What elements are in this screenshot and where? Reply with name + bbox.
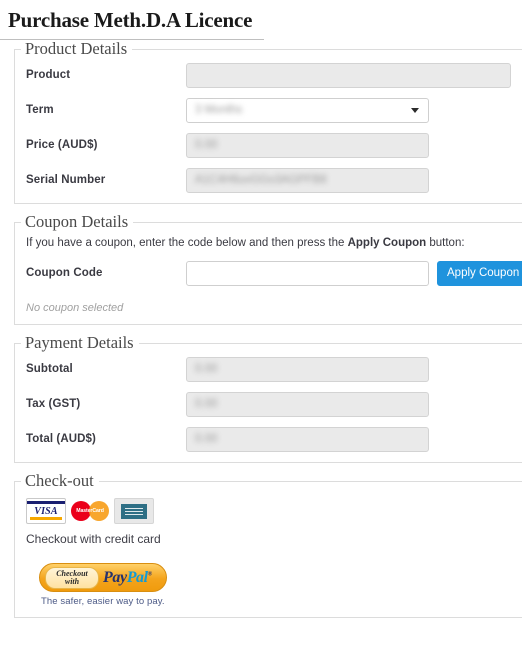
visa-card-label: VISA xyxy=(34,505,58,517)
total-row: Total (AUD$) 0.00 xyxy=(15,426,522,452)
price-value: 0.00 xyxy=(195,138,218,151)
price-row: Price (AUD$) 0.00 xyxy=(15,132,522,158)
mastercard-card-label: MasterCard xyxy=(76,508,104,514)
paypal-checkout-with-badge: Checkout with xyxy=(45,566,99,589)
paypal-wordmark: PayPal® xyxy=(103,569,152,587)
tax-input[interactable]: 0.00 xyxy=(186,391,429,417)
serial-number-input[interactable]: A1C4H6uvGGo3AGPFB8 xyxy=(186,167,429,193)
chevron-down-icon xyxy=(411,108,419,113)
product-details-fieldset: Product Details Product Term 3 Months Pr… xyxy=(14,40,522,204)
tax-label: Tax (GST) xyxy=(26,398,81,410)
paypal-checkout-button[interactable]: Checkout with PayPal® xyxy=(39,563,167,592)
total-value: 0.00 xyxy=(195,432,218,445)
serial-number-row: Serial Number A1C4H6uvGGo3AGPFB8 xyxy=(15,167,522,193)
coupon-status-text: No coupon selected xyxy=(26,302,124,314)
coupon-details-fieldset: Coupon Details If you have a coupon, ent… xyxy=(14,213,522,325)
total-label: Total (AUD$) xyxy=(26,433,96,445)
payment-details-legend: Payment Details xyxy=(25,333,134,352)
coupon-help-emphasis: Apply Coupon xyxy=(347,237,427,249)
coupon-help-suffix: button: xyxy=(426,237,465,249)
amex-plate xyxy=(121,503,147,519)
product-details-body: Product Term 3 Months Price (AUD$) 0.00 xyxy=(15,58,522,193)
paypal-with-word: with xyxy=(64,576,80,586)
subtotal-value: 0.00 xyxy=(195,362,218,375)
subtotal-row: Subtotal 0.00 xyxy=(15,356,522,382)
checkout-fieldset: Check-out VISA MasterCard Checkout with … xyxy=(14,472,522,618)
term-row: Term 3 Months xyxy=(15,97,522,123)
credit-card-checkout-note: Checkout with credit card xyxy=(26,532,161,546)
visa-bottom-bar xyxy=(30,517,62,520)
checkout-legend: Check-out xyxy=(25,471,94,490)
coupon-details-body: If you have a coupon, enter the code bel… xyxy=(15,231,522,314)
term-label: Term xyxy=(26,104,54,116)
coupon-help-text: If you have a coupon, enter the code bel… xyxy=(15,235,522,260)
product-input[interactable] xyxy=(186,62,511,88)
visa-top-bar xyxy=(27,501,65,504)
checkout-body: VISA MasterCard Checkout with credit car… xyxy=(15,490,522,607)
tax-value: 0.00 xyxy=(195,397,218,410)
payment-details-fieldset: Payment Details Subtotal 0.00 Tax (GST) … xyxy=(14,334,522,463)
product-details-legend: Product Details xyxy=(25,39,128,58)
coupon-code-label: Coupon Code xyxy=(26,267,103,279)
amex-card-icon xyxy=(114,498,154,524)
coupon-details-legend: Coupon Details xyxy=(25,212,129,231)
mastercard-card-icon: MasterCard xyxy=(71,499,109,523)
term-value: 3 Months xyxy=(195,104,243,116)
product-row: Product xyxy=(15,62,522,88)
purchase-licence-page: Purchase Meth.D.A Licence Product Detail… xyxy=(0,0,522,653)
payment-details-body: Subtotal 0.00 Tax (GST) 0.00 Total (AUD$… xyxy=(15,352,522,452)
paypal-trademark-icon: ® xyxy=(147,571,153,578)
paypal-pay-text: Pay xyxy=(103,568,127,586)
paypal-pal-text: Pal xyxy=(126,568,148,586)
amex-lines xyxy=(125,510,143,512)
product-label: Product xyxy=(26,69,71,81)
visa-card-icon: VISA xyxy=(26,498,66,524)
serial-number-label: Serial Number xyxy=(26,174,106,186)
coupon-help-prefix: If you have a coupon, enter the code bel… xyxy=(26,237,348,249)
paypal-tagline: The safer, easier way to pay. xyxy=(41,596,165,607)
serial-number-value: A1C4H6uvGGo3AGPFB8 xyxy=(195,173,327,186)
page-title: Purchase Meth.D.A Licence xyxy=(0,0,264,40)
paypal-section: Checkout with PayPal® The safer, easier … xyxy=(15,547,522,607)
coupon-code-row: Coupon Code Apply Coupon xyxy=(15,260,522,286)
accepted-cards-row: VISA MasterCard xyxy=(15,494,522,529)
apply-coupon-button[interactable]: Apply Coupon xyxy=(437,260,522,286)
total-input[interactable]: 0.00 xyxy=(186,426,429,452)
price-label: Price (AUD$) xyxy=(26,139,98,151)
term-select[interactable]: 3 Months xyxy=(186,97,429,123)
tax-row: Tax (GST) 0.00 xyxy=(15,391,522,417)
price-input[interactable]: 0.00 xyxy=(186,132,429,158)
coupon-code-input[interactable] xyxy=(186,260,429,286)
subtotal-input[interactable]: 0.00 xyxy=(186,356,429,382)
subtotal-label: Subtotal xyxy=(26,363,73,375)
